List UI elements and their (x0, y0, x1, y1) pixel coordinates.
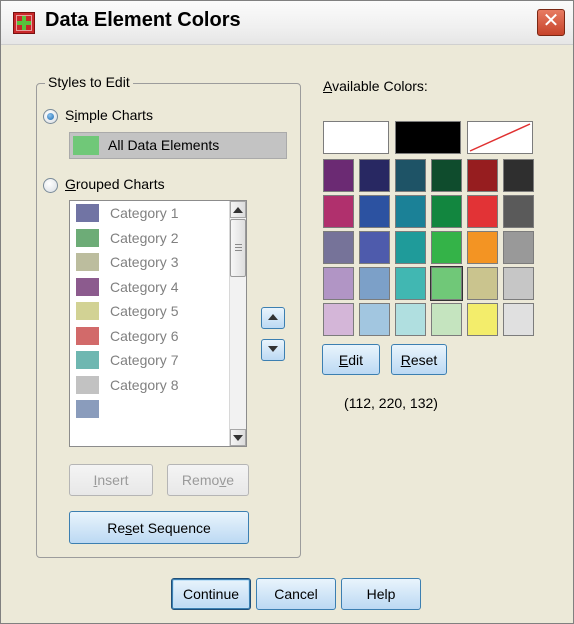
app-chart-icon (13, 12, 35, 34)
category-item[interactable]: Category 5 (70, 299, 246, 324)
reset-sequence-button[interactable]: Re s et Sequence (69, 511, 249, 544)
category-list-scrollbar[interactable] (229, 201, 246, 446)
simple-charts-radio[interactable] (43, 109, 58, 124)
color-swatch[interactable] (431, 195, 462, 228)
edit-button[interactable]: Edit (322, 344, 380, 375)
scroll-down-icon (233, 435, 243, 441)
color-swatch[interactable] (359, 159, 390, 192)
color-swatch[interactable] (395, 159, 426, 192)
close-icon: ✕ (542, 10, 560, 32)
color-swatch[interactable] (359, 267, 390, 300)
dialog-window: Data Element Colors ✕ Styles to Edit Sim… (0, 0, 574, 624)
category-swatch (76, 326, 99, 345)
color-swatch[interactable] (431, 159, 462, 192)
category-label: Category 1 (110, 205, 179, 221)
category-swatch (76, 400, 99, 418)
scroll-thumb[interactable] (230, 219, 246, 277)
all-data-elements-swatch (73, 136, 99, 155)
color-swatch[interactable] (323, 303, 354, 336)
color-swatch[interactable] (503, 267, 534, 300)
help-button[interactable]: Help (341, 578, 421, 610)
color-swatch[interactable] (395, 195, 426, 228)
color-swatch[interactable] (503, 195, 534, 228)
color-swatch[interactable] (467, 195, 498, 228)
color-swatch[interactable] (323, 267, 354, 300)
color-swatch-none[interactable] (467, 121, 533, 154)
category-label: Category 7 (110, 352, 179, 368)
color-swatch[interactable] (467, 267, 498, 300)
insert-button[interactable]: Insert (69, 464, 153, 496)
styles-to-edit-legend: Styles to Edit (45, 74, 133, 90)
grouped-charts-radio[interactable] (43, 178, 58, 193)
category-item[interactable]: Category 2 (70, 226, 246, 251)
color-swatch[interactable] (431, 303, 462, 336)
category-label: Category 3 (110, 254, 179, 270)
color-swatch[interactable] (503, 159, 534, 192)
category-item[interactable]: Category 1 (70, 201, 246, 226)
color-swatch[interactable] (467, 159, 498, 192)
color-swatch[interactable] (395, 267, 426, 300)
all-data-elements-label: All Data Elements (108, 137, 220, 153)
available-colors-label: Available Colors: (323, 78, 428, 94)
category-swatch (76, 351, 99, 369)
category-swatch (76, 375, 99, 394)
color-swatch[interactable] (503, 231, 534, 264)
cancel-button[interactable]: Cancel (256, 578, 336, 610)
color-swatch[interactable] (359, 231, 390, 264)
color-swatch-black[interactable] (395, 121, 461, 154)
color-swatch[interactable] (359, 303, 390, 336)
move-down-button[interactable] (261, 339, 285, 361)
color-swatch[interactable] (503, 303, 534, 336)
category-item[interactable]: Category 3 (70, 250, 246, 275)
color-swatch-white[interactable] (323, 121, 389, 154)
color-swatch[interactable] (395, 231, 426, 264)
category-swatch (76, 302, 99, 320)
color-swatch[interactable] (323, 195, 354, 228)
category-label: Category 8 (110, 376, 179, 393)
category-item[interactable]: Category 4 (70, 275, 246, 300)
scroll-up-icon (233, 207, 243, 213)
color-swatch[interactable] (467, 303, 498, 336)
title-bar[interactable]: Data Element Colors ✕ (1, 1, 573, 45)
category-swatch (76, 228, 99, 247)
no-color-icon (469, 123, 531, 152)
category-label: Category 2 (110, 229, 179, 246)
triangle-up-icon (268, 314, 278, 320)
grouped-charts-label[interactable]: Grouped Charts (65, 176, 165, 192)
dialog-title: Data Element Colors (45, 9, 241, 31)
category-item[interactable]: Category 8 (70, 373, 246, 398)
color-swatch[interactable] (323, 231, 354, 264)
category-item[interactable]: Category 6 (70, 324, 246, 349)
color-swatch[interactable] (431, 231, 462, 264)
rgb-readout: (112, 220, 132) (344, 395, 438, 411)
simple-charts-label[interactable]: Simple Charts (65, 107, 153, 123)
color-swatch[interactable] (467, 231, 498, 264)
move-up-button[interactable] (261, 307, 285, 329)
reset-button[interactable]: Reset (391, 344, 447, 375)
color-swatch[interactable] (395, 303, 426, 336)
category-swatch (76, 204, 99, 222)
scroll-up-button[interactable] (230, 201, 246, 218)
category-label: Category 6 (110, 327, 179, 344)
color-swatch[interactable] (323, 159, 354, 192)
triangle-down-icon (268, 346, 278, 352)
color-swatch[interactable] (359, 195, 390, 228)
category-list[interactable]: Category 1 Category 2 Category 3 Category 4… (69, 200, 247, 447)
all-data-elements-item[interactable]: All Data Elements (69, 132, 287, 159)
category-label: Category 4 (110, 278, 179, 295)
continue-button[interactable]: Continue (171, 578, 251, 610)
color-swatch[interactable] (430, 266, 463, 301)
category-swatch (76, 253, 99, 271)
category-label: Category 5 (110, 303, 179, 319)
close-button[interactable]: ✕ (537, 9, 565, 36)
category-item[interactable]: Category 7 (70, 348, 246, 373)
category-swatch (76, 277, 99, 296)
category-item[interactable] (70, 397, 246, 422)
remove-button[interactable]: Remo v e (167, 464, 249, 496)
scroll-down-button[interactable] (230, 429, 246, 446)
